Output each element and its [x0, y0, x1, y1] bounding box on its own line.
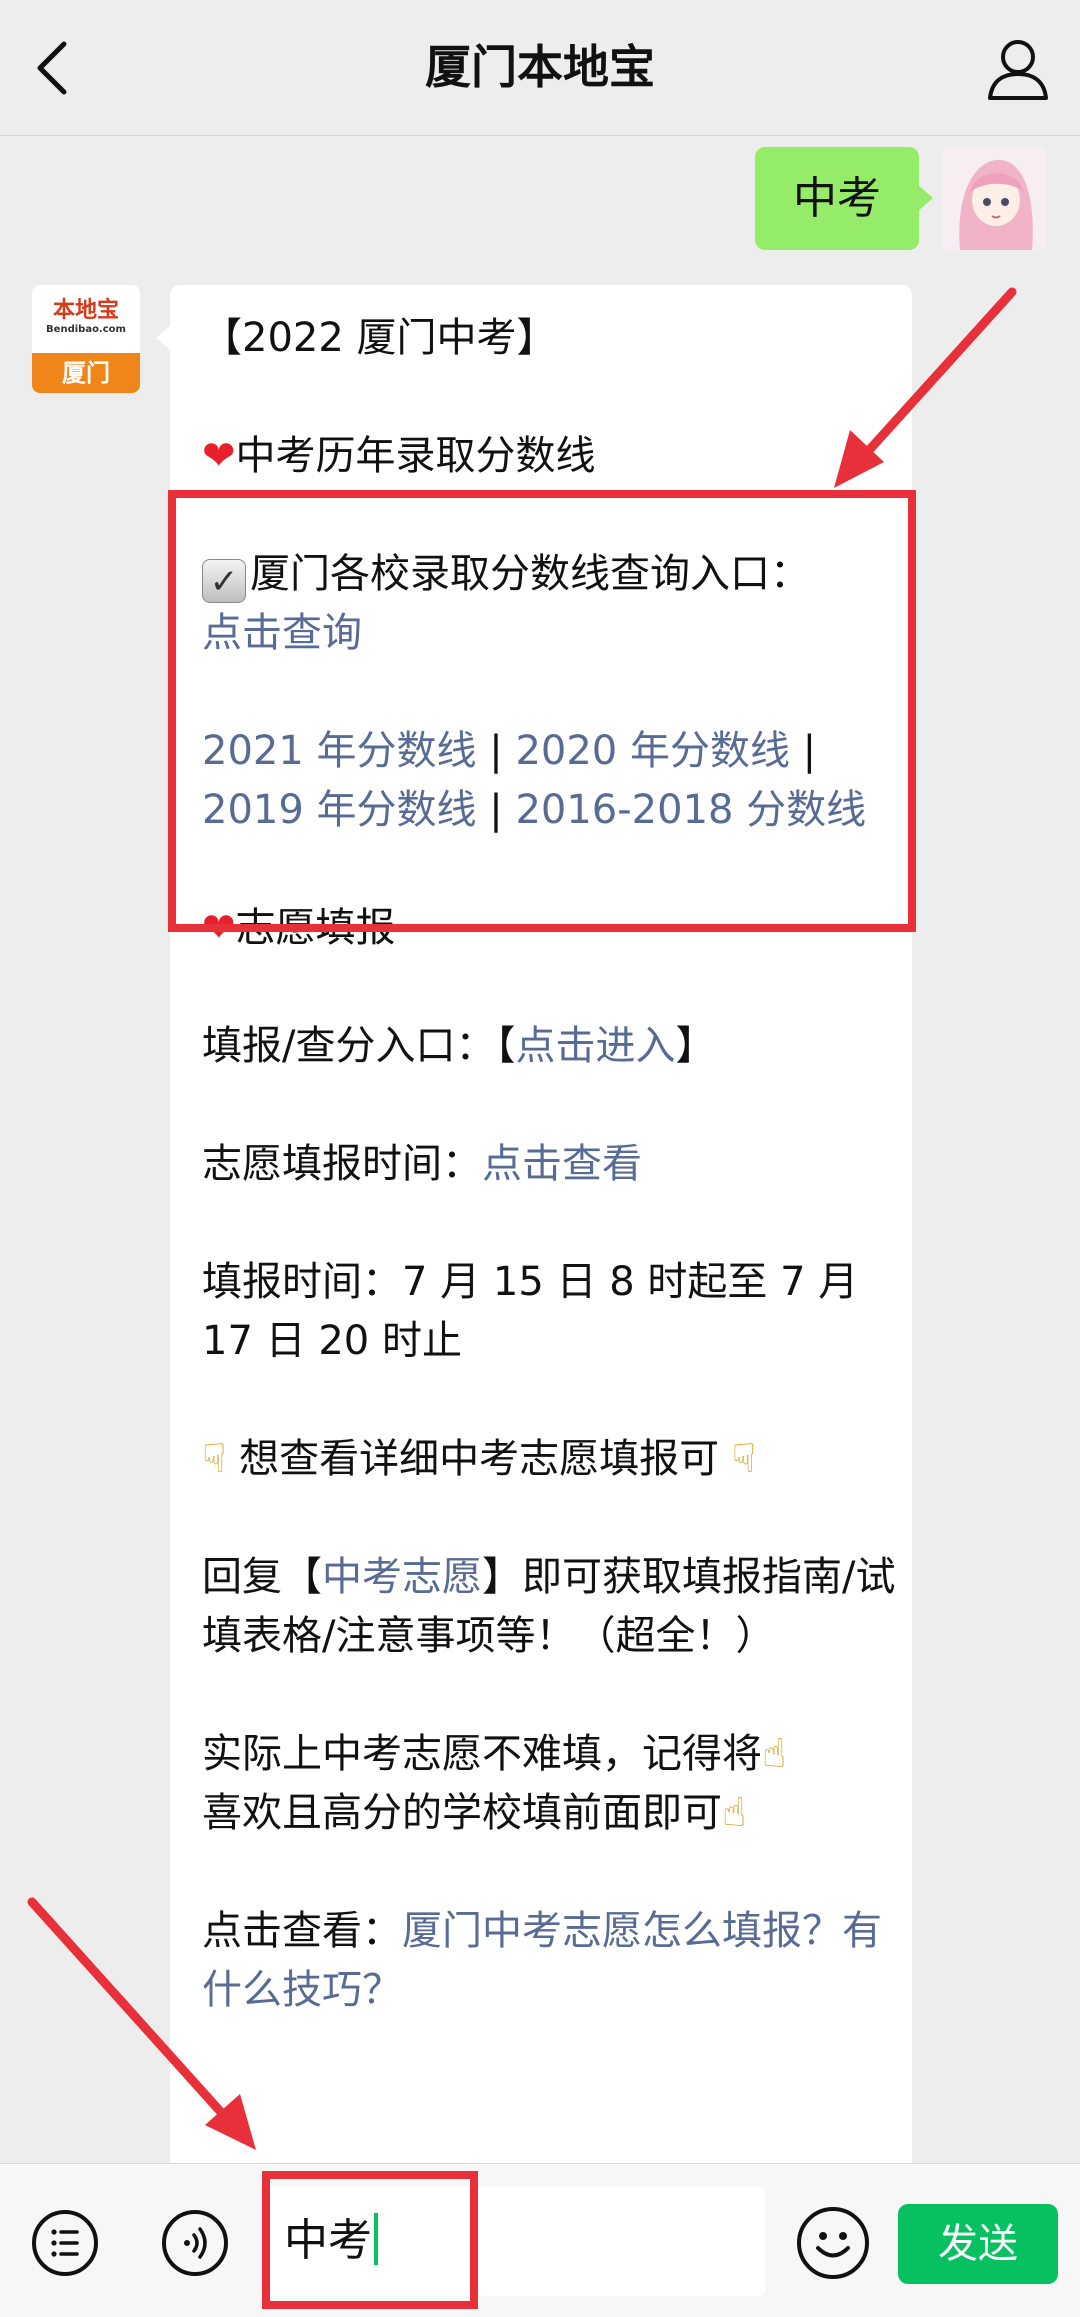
menu-icon	[51, 2229, 79, 2257]
heart-icon: ❤	[202, 433, 236, 479]
bot-avatar-logo: 本地宝 Bendibao.com	[32, 285, 140, 353]
time-link[interactable]: 点击查看	[482, 1141, 642, 1187]
user-message-bubble: 中考	[755, 147, 933, 250]
reply-line: 回复【中考志愿】即可获取填报指南/试填表格/注意事项等！（超全！）	[202, 1554, 896, 1659]
input-bar: 中考 发送	[0, 2163, 1080, 2317]
input-highlight-box	[262, 2171, 478, 2309]
section-title-scores: ❤中考历年录取分数线	[202, 433, 596, 479]
bot-avatar[interactable]: 本地宝 Bendibao.com 厦门	[32, 285, 140, 393]
view-line: 点击查看：厦门中考志愿怎么填报？有什么技巧？	[202, 1908, 882, 2013]
entry-link[interactable]: 点击进入	[515, 1023, 675, 1069]
bot-avatar-domain: Bendibao.com	[46, 324, 126, 335]
hand-icon: ☟	[731, 1436, 757, 1482]
message-heading: 【2022 厦门中考】	[202, 315, 557, 361]
emoji-button[interactable]	[797, 2207, 869, 2279]
entry-line: 填报/查分入口：【点击进入】	[202, 1023, 716, 1069]
menu-button[interactable]	[32, 2210, 98, 2276]
hand-icon: ☝	[762, 1731, 787, 1777]
fill-time: 填报时间：7 月 15 日 8 时起至 7 月 17 日 20 时止	[202, 1259, 859, 1364]
hint-line: ☟ 想查看详细中考志愿填报可 ☟	[202, 1436, 757, 1482]
profile-icon	[988, 40, 1048, 100]
time-line: 志愿填报时间：点击查看	[202, 1141, 642, 1187]
tip-line: 实际上中考志愿不难填，记得将☝ 喜欢且高分的学校填前面即可☝	[202, 1731, 787, 1836]
voice-icon	[184, 2227, 207, 2259]
user-avatar[interactable]	[942, 146, 1046, 250]
profile-button[interactable]	[978, 32, 1058, 107]
bot-avatar-city: 厦门	[32, 353, 140, 393]
emoji-icon	[816, 2232, 850, 2258]
chat-title: 厦门本地宝	[425, 40, 655, 94]
hand-icon: ☝	[722, 1790, 747, 1836]
highlight-box	[168, 490, 916, 932]
send-button[interactable]: 发送	[898, 2204, 1058, 2284]
bot-avatar-brand: 本地宝	[52, 298, 119, 323]
hand-icon: ☟	[202, 1436, 227, 1482]
chat-header: 厦门本地宝	[0, 0, 1080, 136]
voice-button[interactable]	[162, 2210, 228, 2276]
reply-keyword-link[interactable]: 中考志愿	[322, 1554, 482, 1600]
